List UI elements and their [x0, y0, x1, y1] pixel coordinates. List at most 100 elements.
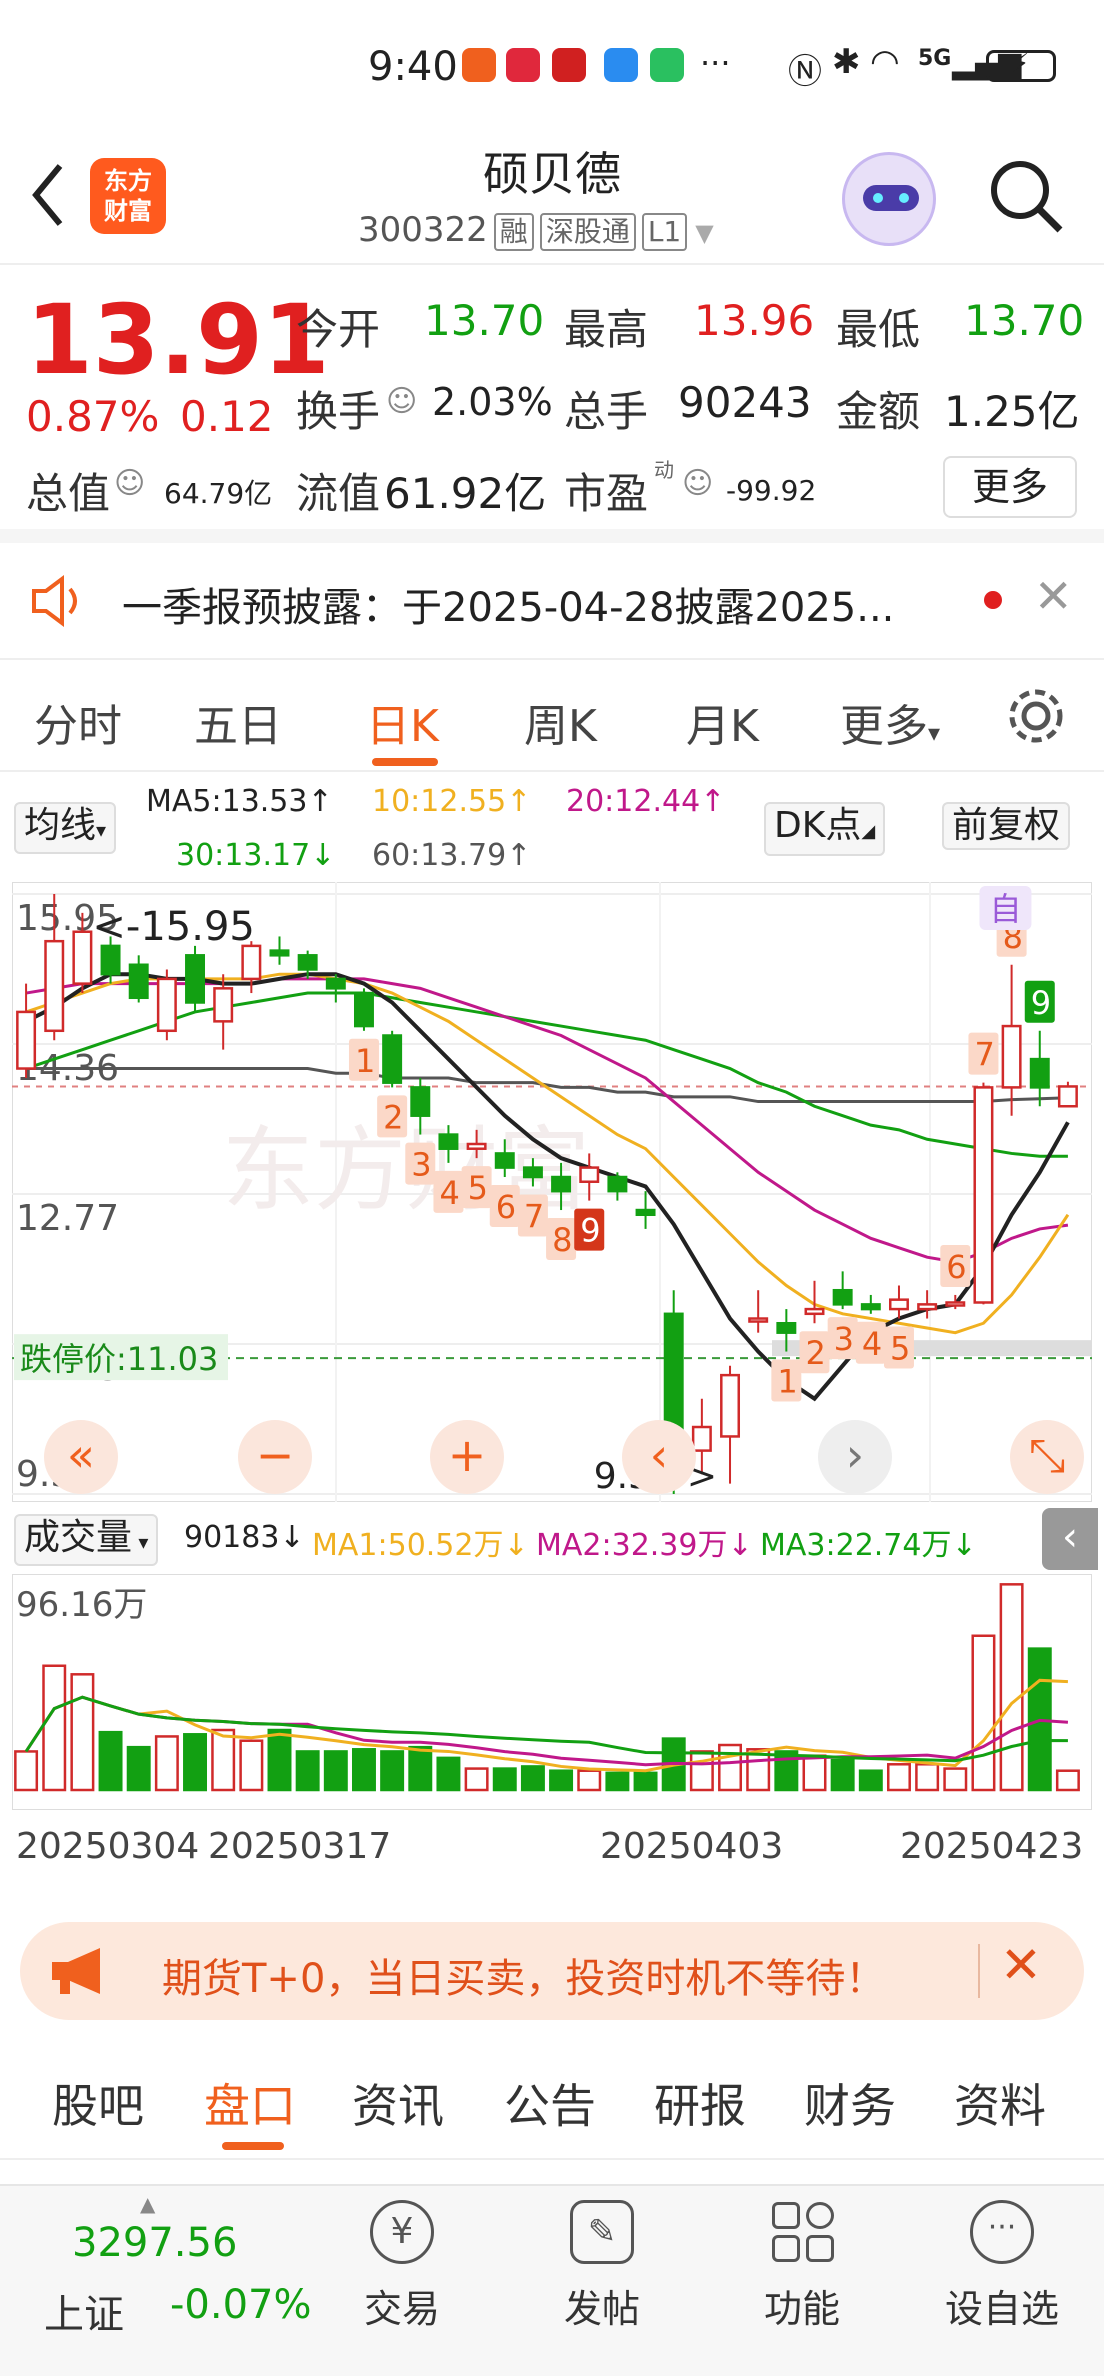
- info-icon[interactable]: ☺: [682, 466, 713, 501]
- tab-news[interactable]: 资讯: [352, 2070, 444, 2136]
- ma-selector[interactable]: 均线▾: [14, 802, 117, 854]
- tab-profile[interactable]: 资料: [954, 2070, 1046, 2136]
- tab-financials[interactable]: 财务: [804, 2070, 896, 2136]
- limit-down-label: 跌停价:11.03: [20, 1340, 218, 1378]
- unread-dot: [984, 591, 1002, 609]
- index-ticker[interactable]: ▲ 3297.56 上证 -0.07%: [32, 2192, 312, 2362]
- network-type: 5G: [918, 46, 952, 71]
- dk-point-button[interactable]: DK点◢: [764, 802, 886, 856]
- status-time: 9:40: [368, 44, 458, 90]
- adjust-button[interactable]: 前复权: [942, 802, 1071, 850]
- bottom-nav: ▲ 3297.56 上证 -0.07% ¥ 交易 ✎ 发帖 功能 ··· 设自选: [0, 2184, 1104, 2376]
- volume-bar: [380, 1750, 405, 1792]
- candle-body: [635, 1208, 656, 1217]
- nav-add-watchlist[interactable]: ··· 设自选: [932, 2200, 1072, 2333]
- tab-announcements[interactable]: 公告: [504, 2070, 596, 2136]
- amount-value: 1.25亿: [944, 387, 1080, 436]
- book-notification-icon: [506, 48, 540, 82]
- close-icon[interactable]: ✕: [1034, 569, 1073, 623]
- search-icon[interactable]: [986, 156, 1066, 236]
- tab-monthly-k[interactable]: 月K: [686, 690, 759, 754]
- change-percent: 0.87%: [26, 392, 160, 441]
- fullscreen-icon[interactable]: ⤡: [1010, 1420, 1084, 1494]
- app-notification-icon: [462, 48, 496, 82]
- nfc-icon: Ⓝ: [788, 52, 822, 92]
- tab-forum[interactable]: 股吧: [52, 2070, 144, 2136]
- collapse-panel-icon[interactable]: ‹: [1042, 1508, 1098, 1570]
- volume-bar: [971, 1634, 996, 1792]
- volume-bar: [689, 1750, 714, 1792]
- td-sequence-number: 2: [383, 1098, 403, 1136]
- high-value: 13.96: [694, 296, 815, 345]
- nav-post[interactable]: ✎ 发帖: [532, 2200, 672, 2333]
- volume-bar: [886, 1763, 911, 1792]
- candle-body: [522, 1166, 543, 1179]
- volume-ma1: MA1:50.52万↓: [312, 1528, 529, 1563]
- high-label: 最高: [564, 305, 649, 354]
- volume-current: 90183↓: [184, 1520, 305, 1555]
- td-sequence-number: 7: [974, 1036, 994, 1074]
- zoom-in-button[interactable]: +: [430, 1420, 504, 1494]
- tab-intraday[interactable]: 分时: [34, 690, 122, 754]
- active-tab-indicator: [372, 758, 438, 766]
- tab-weekly-k[interactable]: 周K: [524, 690, 597, 754]
- robot-avatar-icon[interactable]: [842, 152, 936, 246]
- caret-up-icon: ▲: [140, 2192, 156, 2216]
- amount-label: 金额: [836, 387, 921, 436]
- bluetooth-icon: ✱: [832, 42, 861, 82]
- tab-five-day[interactable]: 五日: [194, 690, 282, 754]
- float-cap-value: 61.92亿: [384, 469, 547, 518]
- ma10-value: 10:12.55↑: [372, 784, 532, 819]
- ma5-value: MA5:13.53↑: [146, 784, 333, 819]
- nav-label: 发帖: [563, 2287, 640, 2331]
- td-sequence-number: 7: [524, 1197, 544, 1235]
- nav-label: 交易: [363, 2287, 440, 2331]
- nav-label: 设自选: [944, 2287, 1059, 2331]
- td-sequence-number: 5: [468, 1169, 488, 1207]
- candle-body: [494, 1152, 515, 1169]
- date-label: 20250304: [16, 1826, 200, 1867]
- candle-body: [776, 1321, 797, 1334]
- candle-body: [185, 954, 206, 1004]
- volume-selector[interactable]: 成交量 ▾: [14, 1514, 159, 1566]
- notice-bar[interactable]: 一季报预披露：于2025-04-28披露2025... ✕: [0, 545, 1104, 660]
- td-sequence-number: 2: [806, 1334, 826, 1372]
- settings-gear-icon[interactable]: [1004, 684, 1068, 748]
- candlestick-chart[interactable]: 15.9514.3612.7711.189.59跌停价:11.03 东方财富 <…: [12, 882, 1092, 1502]
- candle-body: [241, 944, 262, 981]
- change-amount: 0.12: [180, 392, 274, 441]
- index-change: -0.07%: [170, 2282, 312, 2328]
- tab-more[interactable]: 更多▾: [840, 690, 940, 754]
- volume-bar: [239, 1739, 264, 1792]
- candle-body: [748, 1317, 769, 1323]
- stock-code-row[interactable]: 300322 融深股通 L1 ▼: [358, 210, 714, 251]
- scroll-right-button[interactable]: ›: [818, 1420, 892, 1494]
- volume-ma3: MA3:22.74万↓: [760, 1528, 977, 1563]
- status-bar: 9:40 ··· Ⓝ ✱ ◠ 5G ▂▄▆ ⚡: [0, 0, 1104, 130]
- volume-chart[interactable]: 96.16万: [12, 1574, 1092, 1810]
- td-sequence-number: 3: [411, 1146, 431, 1184]
- volume-value: 90243: [678, 378, 812, 427]
- active-tab-indicator: [222, 2142, 284, 2150]
- scroll-left-fast-button[interactable]: «: [44, 1420, 118, 1494]
- nav-trade[interactable]: ¥ 交易: [332, 2200, 472, 2333]
- nav-functions[interactable]: 功能: [732, 2200, 872, 2333]
- info-icon[interactable]: ☺: [386, 384, 417, 419]
- tab-daily-k[interactable]: 日K: [366, 690, 439, 754]
- zoom-out-button[interactable]: −: [238, 1420, 312, 1494]
- scroll-left-button[interactable]: ‹: [622, 1420, 696, 1494]
- more-button[interactable]: 更多: [943, 456, 1077, 518]
- info-icon[interactable]: ☺: [114, 466, 145, 501]
- detail-tabs: 股吧 盘口 资讯 公告 研报 财务 资料: [0, 2040, 1104, 2160]
- margin-tag: 融: [493, 213, 534, 251]
- td-sequence-number: 4: [439, 1174, 459, 1212]
- futures-ad-banner[interactable]: 期货T+0，当日买卖，投资时机不等待！ ✕: [20, 1922, 1084, 2020]
- tab-order-book[interactable]: 盘口: [204, 2070, 296, 2136]
- market-cap-label: 总值: [26, 469, 111, 518]
- volume-bar: [858, 1769, 883, 1792]
- tab-research[interactable]: 研报: [654, 2070, 746, 2136]
- date-label: 20250403: [600, 1826, 784, 1867]
- y-axis-label: 12.77: [16, 1198, 119, 1239]
- close-ad-icon[interactable]: ✕: [1000, 1936, 1042, 1994]
- td-sequence-number: 1: [355, 1042, 375, 1080]
